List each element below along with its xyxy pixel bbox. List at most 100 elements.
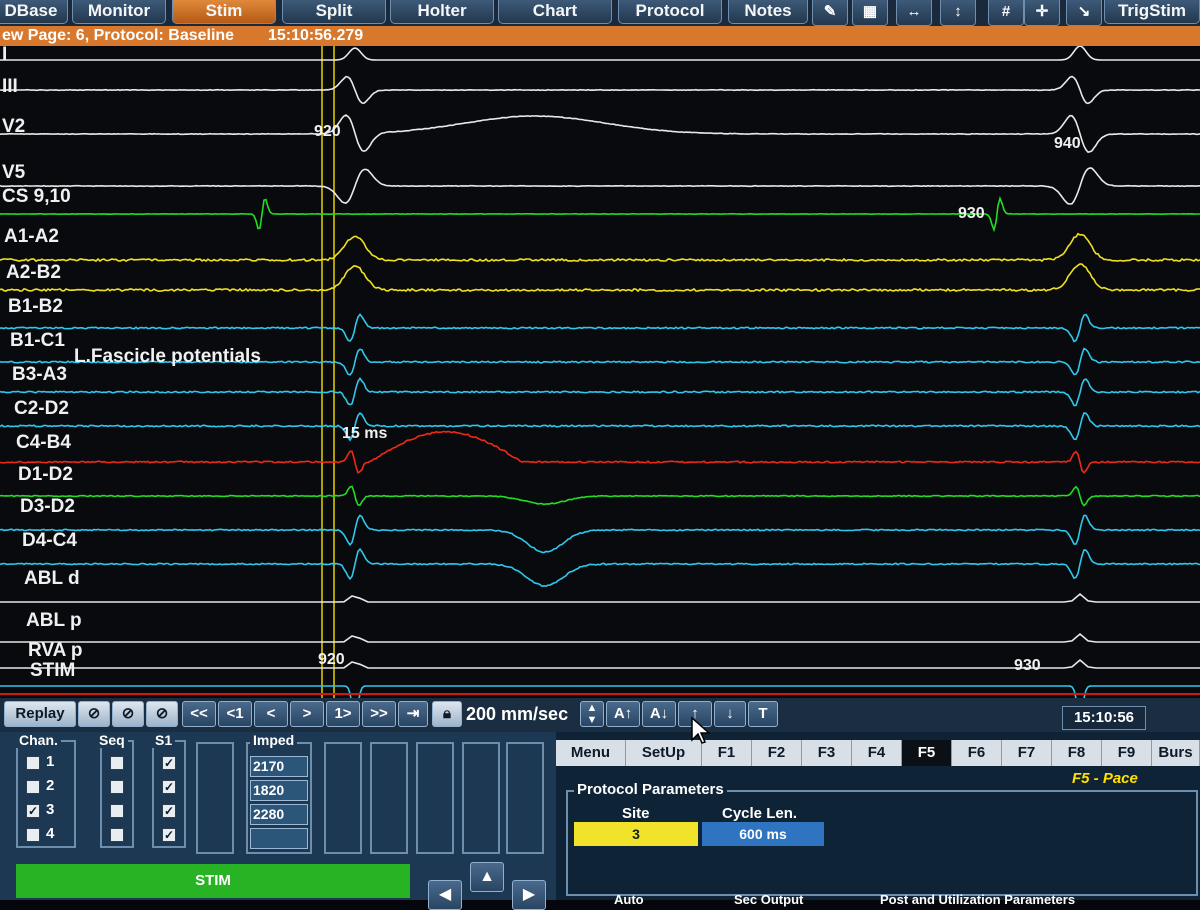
rewind-fast-button[interactable]: << bbox=[182, 701, 216, 727]
rva-interval-right: 930 bbox=[1014, 657, 1041, 674]
tab-dbase[interactable]: DBase bbox=[0, 0, 68, 24]
cycle-length-field[interactable]: 600 ms bbox=[702, 822, 824, 846]
stim-button[interactable]: STIM bbox=[16, 864, 410, 898]
trace-11 bbox=[0, 431, 1200, 472]
tab-f6[interactable]: F6 bbox=[952, 740, 1002, 766]
top-toolbar: DBase Monitor Stim Split Holter Chart Pr… bbox=[0, 0, 1200, 26]
tab-f3[interactable]: F3 bbox=[802, 740, 852, 766]
trace-4 bbox=[0, 198, 1200, 229]
hash-icon[interactable]: # bbox=[988, 0, 1024, 26]
right-arrow-icon[interactable]: ▶ bbox=[512, 880, 546, 910]
rewind-one-button[interactable]: <1 bbox=[218, 701, 252, 727]
trace-18 bbox=[0, 686, 1200, 698]
v2-interval-left: 920 bbox=[314, 123, 341, 140]
up-arrow-icon[interactable]: ▲ bbox=[470, 862, 504, 892]
tab-f2[interactable]: F2 bbox=[752, 740, 802, 766]
tab-chart[interactable]: Chart bbox=[498, 0, 612, 24]
lock-icon[interactable]: 🔒︎ bbox=[432, 701, 462, 727]
trace-10 bbox=[0, 413, 1200, 440]
t-button[interactable]: T bbox=[748, 701, 778, 727]
s1-header: S1 bbox=[152, 732, 175, 748]
channel-label-16: ABL p bbox=[26, 610, 82, 631]
gain-down-button[interactable]: A↓ bbox=[642, 701, 676, 727]
trace-9 bbox=[0, 378, 1200, 405]
speed-stepper[interactable]: ▲ ▼ bbox=[580, 701, 604, 727]
chan-2-label: 2 bbox=[46, 777, 54, 794]
trace-7 bbox=[0, 314, 1200, 341]
s1-4-checkbox[interactable]: ✓ bbox=[162, 828, 176, 842]
step-back-button[interactable]: < bbox=[254, 701, 288, 727]
replay-mode-icon-2[interactable]: ⊘ bbox=[112, 701, 144, 727]
impedance-2: 1820 bbox=[250, 780, 308, 801]
replay-mode-icon-3[interactable]: ⊘ bbox=[146, 701, 178, 727]
seq-2-checkbox[interactable] bbox=[110, 780, 124, 794]
mouse-cursor-icon bbox=[690, 716, 712, 746]
tab-menu[interactable]: Menu bbox=[556, 740, 626, 766]
trace-1 bbox=[0, 77, 1200, 104]
chan-3-checkbox[interactable]: ✓ bbox=[26, 804, 40, 818]
function-tab-bar: Menu SetUp F1 F2 F3 F4 F5 F6 F7 F8 F9 Bu… bbox=[556, 740, 1200, 766]
channel-label-2: V2 bbox=[2, 116, 25, 137]
rva-interval-left: 920 bbox=[318, 651, 345, 668]
empty-slot bbox=[196, 742, 234, 854]
channel-label-4: CS 9,10 bbox=[2, 186, 71, 207]
trace-area[interactable]: I III V2 V5 CS 9,10 A1-A2 A2-B2 B1-B2 B1-C1 B3-A3… bbox=[0, 46, 1200, 698]
crosshair-icon[interactable]: ✛ bbox=[1024, 0, 1060, 26]
tab-protocol[interactable]: Protocol bbox=[618, 0, 722, 24]
trace-14 bbox=[0, 549, 1200, 586]
syringe-icon[interactable]: ✎ bbox=[812, 0, 848, 26]
grid-icon[interactable]: ▦ bbox=[852, 0, 888, 26]
empty-slot bbox=[506, 742, 544, 854]
arrow-icon[interactable]: ↘ bbox=[1066, 0, 1102, 26]
replay-mode-icon-1[interactable]: ⊘ bbox=[78, 701, 110, 727]
trace-2 bbox=[0, 115, 1200, 152]
fascicle-annotation: L.Fascicle potentials bbox=[74, 346, 261, 367]
chan-2-checkbox[interactable] bbox=[26, 780, 40, 794]
seq-header: Seq bbox=[96, 732, 128, 748]
tab-notes[interactable]: Notes bbox=[728, 0, 808, 24]
horizontal-caliper-icon[interactable]: ↔ bbox=[896, 0, 932, 26]
tab-f9[interactable]: F9 bbox=[1102, 740, 1152, 766]
channel-label-15: ABL d bbox=[24, 568, 80, 589]
seq-1-checkbox[interactable] bbox=[110, 756, 124, 770]
tab-f7[interactable]: F7 bbox=[1002, 740, 1052, 766]
forward-one-button[interactable]: 1> bbox=[326, 701, 360, 727]
end-icon[interactable]: ⇥ bbox=[398, 701, 428, 727]
tab-monitor[interactable]: Monitor bbox=[72, 0, 166, 24]
vertical-caliper-icon[interactable]: ↕ bbox=[940, 0, 976, 26]
channel-label-7: B1-B2 bbox=[8, 296, 63, 317]
tab-burst[interactable]: Burs bbox=[1152, 740, 1200, 766]
chan-4-checkbox[interactable] bbox=[26, 828, 40, 842]
step-forward-button[interactable]: > bbox=[290, 701, 324, 727]
channel-label-5: A1-A2 bbox=[4, 226, 59, 247]
gain-up-button[interactable]: A↑ bbox=[606, 701, 640, 727]
replay-button[interactable]: Replay bbox=[4, 701, 76, 727]
forward-fast-button[interactable]: >> bbox=[362, 701, 396, 727]
replay-toolbar: Replay ⊘ ⊘ ⊘ << <1 < > 1> >> ⇥ 🔒︎ 200 mm… bbox=[0, 698, 1200, 732]
chan-1-checkbox[interactable] bbox=[26, 756, 40, 770]
protocol-parameters-header: Protocol Parameters bbox=[574, 781, 727, 798]
sweep-speed: 200 mm/sec bbox=[466, 701, 568, 727]
trace-0 bbox=[0, 46, 1200, 60]
left-arrow-icon[interactable]: ◀ bbox=[428, 880, 462, 910]
site-field[interactable]: 3 bbox=[574, 822, 698, 846]
tab-stim[interactable]: Stim bbox=[172, 0, 276, 24]
tab-f8[interactable]: F8 bbox=[1052, 740, 1102, 766]
channel-label-17: RVA p bbox=[28, 640, 83, 661]
seq-3-checkbox[interactable] bbox=[110, 804, 124, 818]
tab-split[interactable]: Split bbox=[282, 0, 386, 24]
s1-2-checkbox[interactable]: ✓ bbox=[162, 780, 176, 794]
tab-holter[interactable]: Holter bbox=[390, 0, 494, 24]
s1-1-checkbox[interactable]: ✓ bbox=[162, 756, 176, 770]
tab-f4[interactable]: F4 bbox=[852, 740, 902, 766]
channel-label-6: A2-B2 bbox=[6, 262, 61, 283]
channel-label-9: B3-A3 bbox=[12, 364, 67, 385]
trigstim-button[interactable]: TrigStim bbox=[1104, 0, 1200, 24]
s1-3-checkbox[interactable]: ✓ bbox=[162, 804, 176, 818]
move-down-button[interactable]: ↓ bbox=[714, 701, 746, 727]
trace-15 bbox=[0, 594, 1200, 602]
status-timestamp: 15:10:56.279 bbox=[268, 26, 363, 46]
seq-4-checkbox[interactable] bbox=[110, 828, 124, 842]
tab-f5[interactable]: F5 bbox=[902, 740, 952, 766]
chan-4-label: 4 bbox=[46, 825, 54, 842]
